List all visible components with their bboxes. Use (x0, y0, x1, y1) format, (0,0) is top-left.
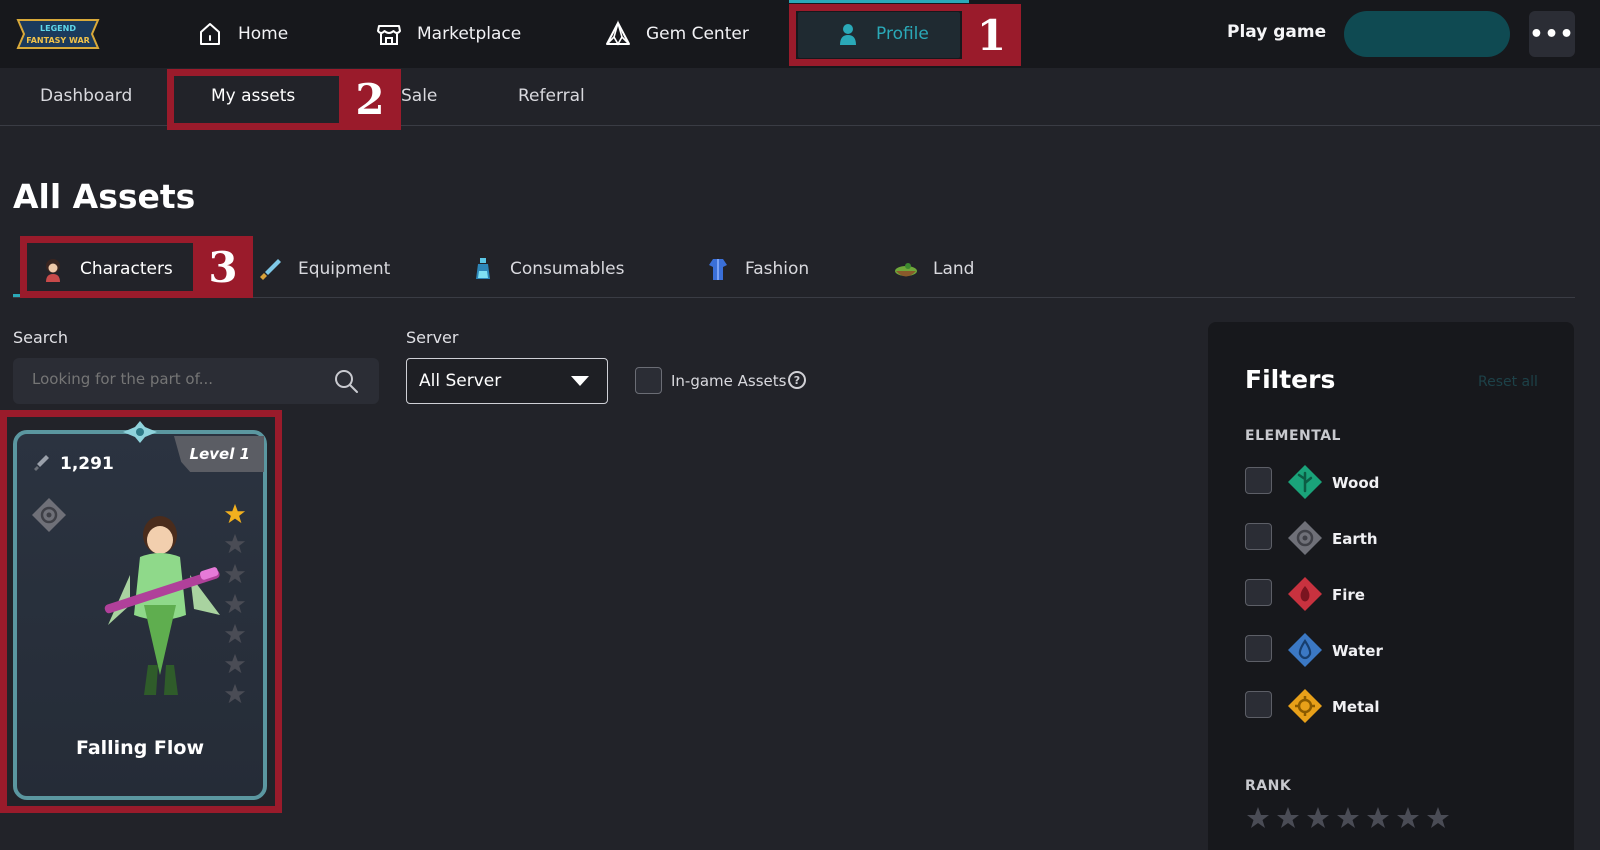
ingame-assets-label: In-game Assets (671, 372, 787, 390)
tab-fashion[interactable]: Fashion (705, 253, 809, 285)
potion-icon (476, 258, 490, 279)
card-rank-star-4 (224, 593, 246, 614)
outfit-icon (709, 259, 727, 280)
subnav-my-assets[interactable]: My assets (211, 86, 295, 106)
server-select-value: All Server (419, 371, 502, 391)
filters-title: Filters (1245, 365, 1336, 394)
fire-icon (1288, 577, 1322, 611)
page-title: All Assets (13, 177, 196, 216)
search-icon[interactable] (333, 368, 359, 394)
metal-icon (1288, 689, 1322, 723)
filter-wood-checkbox[interactable] (1245, 467, 1272, 494)
tab-land-label: Land (933, 259, 975, 279)
svg-text:FANTASY WAR: FANTASY WAR (26, 36, 90, 45)
legend-fantasy-war-logo[interactable]: LEGEND FANTASY WAR (12, 14, 104, 54)
filter-fire-label: Fire (1332, 586, 1365, 604)
annotation-number-3: 3 (193, 236, 253, 298)
chevron-down-icon (571, 376, 589, 386)
rank-filter-star-2[interactable] (1276, 806, 1300, 830)
subnav-referral[interactable]: Referral (518, 86, 585, 106)
earth-icon (1288, 521, 1322, 555)
card-combat-power: 1,291 (60, 454, 114, 474)
subnav-sale[interactable]: Sale (401, 86, 437, 106)
nav-home[interactable]: Home (196, 0, 288, 68)
card-rank-star-7 (224, 683, 246, 704)
tab-characters-label: Characters (80, 259, 173, 279)
character-portrait-icon (46, 259, 60, 282)
nav-marketplace-label: Marketplace (417, 24, 522, 44)
connect-wallet-button[interactable] (1344, 11, 1510, 57)
rank-filter-star-1[interactable] (1246, 806, 1270, 830)
tab-equipment[interactable]: Equipment (258, 253, 390, 285)
search-label: Search (13, 328, 68, 347)
subnav-dashboard[interactable]: Dashboard (40, 86, 132, 106)
server-label: Server (406, 328, 459, 347)
play-game-link[interactable]: Play game (1227, 22, 1326, 42)
wood-icon (1288, 465, 1322, 499)
card-rank-star-3 (224, 563, 246, 584)
card-rank-star-6 (224, 653, 246, 674)
card-character-name: Falling Flow (75, 737, 205, 759)
earth-icon (32, 498, 66, 532)
filter-water-label: Water (1332, 642, 1383, 660)
svg-text:LEGEND: LEGEND (40, 24, 76, 33)
nav-marketplace[interactable]: Marketplace (375, 0, 521, 68)
rank-filter-star-7[interactable] (1426, 806, 1450, 830)
card-crest-icon (123, 421, 157, 443)
tab-consumables-label: Consumables (510, 259, 625, 279)
store-icon (377, 25, 401, 45)
rank-filter-star-3[interactable] (1306, 806, 1330, 830)
nav-home-label: Home (238, 24, 289, 44)
filter-earth-checkbox[interactable] (1245, 523, 1272, 550)
annotation-number-1: 1 (962, 4, 1021, 66)
tab-equipment-label: Equipment (298, 259, 391, 279)
rank-filter-star-5[interactable] (1366, 806, 1390, 830)
help-icon[interactable]: ? (788, 371, 806, 389)
card-rank-star-2 (224, 533, 246, 554)
tab-land[interactable]: Land (893, 253, 974, 285)
gem-icon (606, 20, 630, 46)
reset-all-link[interactable]: Reset all (1478, 374, 1538, 390)
tab-fashion-label: Fashion (745, 259, 810, 279)
rank-filter-star-6[interactable] (1396, 806, 1420, 830)
ingame-assets-checkbox[interactable] (635, 367, 662, 394)
filter-metal-label: Metal (1332, 698, 1380, 716)
elemental-section-label: ELEMENTAL (1245, 428, 1341, 444)
rank-filter-star-4[interactable] (1336, 806, 1360, 830)
card-rank-star-5 (224, 623, 246, 644)
filter-water-checkbox[interactable] (1245, 635, 1272, 662)
sword-icon (260, 259, 281, 280)
nav-gem-center[interactable]: Gem Center (604, 0, 749, 68)
home-icon (200, 23, 220, 45)
annotation-number-2: 2 (339, 69, 401, 130)
nav-gem-center-label: Gem Center (646, 24, 749, 44)
tab-characters[interactable]: Characters (40, 253, 173, 285)
filter-earth-label: Earth (1332, 530, 1378, 548)
more-options-button[interactable]: ••• (1529, 11, 1575, 57)
filter-fire-checkbox[interactable] (1245, 579, 1272, 606)
rank-section-label: RANK (1245, 778, 1292, 794)
tab-consumables[interactable]: Consumables (470, 253, 624, 285)
land-icon (895, 263, 917, 277)
card-level-badge: Level 1 (174, 436, 264, 472)
filter-metal-checkbox[interactable] (1245, 691, 1272, 718)
search-input[interactable] (32, 370, 322, 388)
water-icon (1288, 633, 1322, 667)
card-rank-star-1 (224, 503, 246, 524)
filter-wood-label: Wood (1332, 474, 1380, 492)
combat-power-icon (34, 455, 49, 471)
character-illustration (104, 516, 220, 695)
